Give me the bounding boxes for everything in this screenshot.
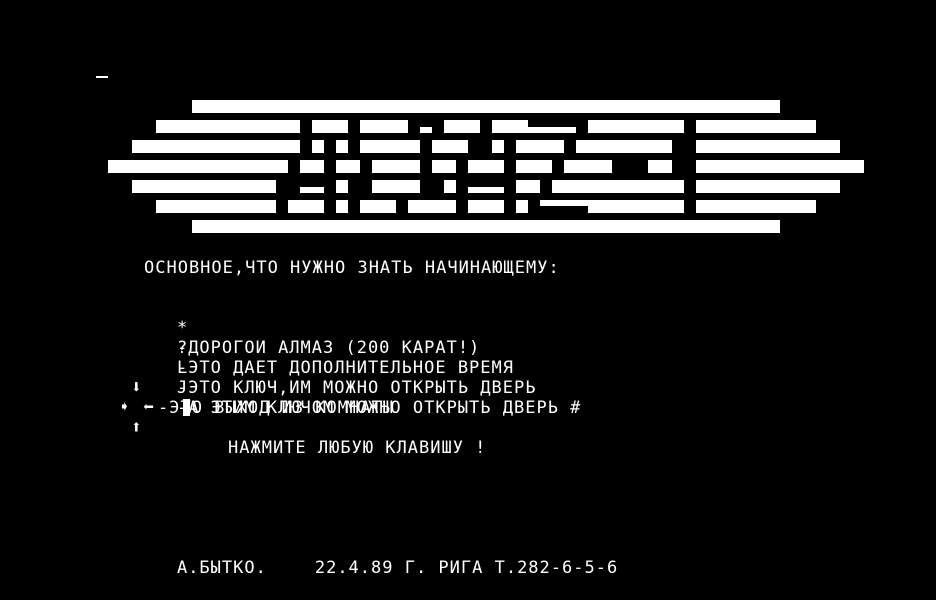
title-logo-banner — [108, 100, 864, 233]
press-any-key-prompt[interactable]: НАЖМИТЕ ЛЮБУЮ КЛАВИШУ ! — [228, 438, 486, 458]
author-name: А.БЫТКО. — [176, 558, 267, 578]
arrow-down-icon: ⬇ — [131, 377, 143, 398]
arrow-up-icon: ⬆ — [131, 417, 143, 438]
arrow-right-icon: ➧ — [119, 397, 131, 418]
key-j-symbol: J — [176, 378, 189, 398]
credits-footer: А.БЫТКО. 22.4.89 Г. РИГА Т.282-6-5-6 — [132, 538, 618, 598]
game-screen[interactable]: ОСНОВНОЕ,ЧТО НУЖНО ЗНАТЬ НАЧИНАЮЩЕМУ: * … — [0, 0, 936, 600]
date-place-phone: 22.4.89 Г. РИГА Т.282-6-5-6 — [314, 558, 619, 578]
arrow-left-icon: ⬅ — [143, 397, 155, 418]
exit-description: -ЭТО ВЫХОД ИЗ КОМНАТЫ — [158, 398, 394, 418]
intro-heading: ОСНОВНОЕ,ЧТО НУЖНО ЗНАТЬ НАЧИНАЮЩЕМУ: — [144, 258, 560, 278]
